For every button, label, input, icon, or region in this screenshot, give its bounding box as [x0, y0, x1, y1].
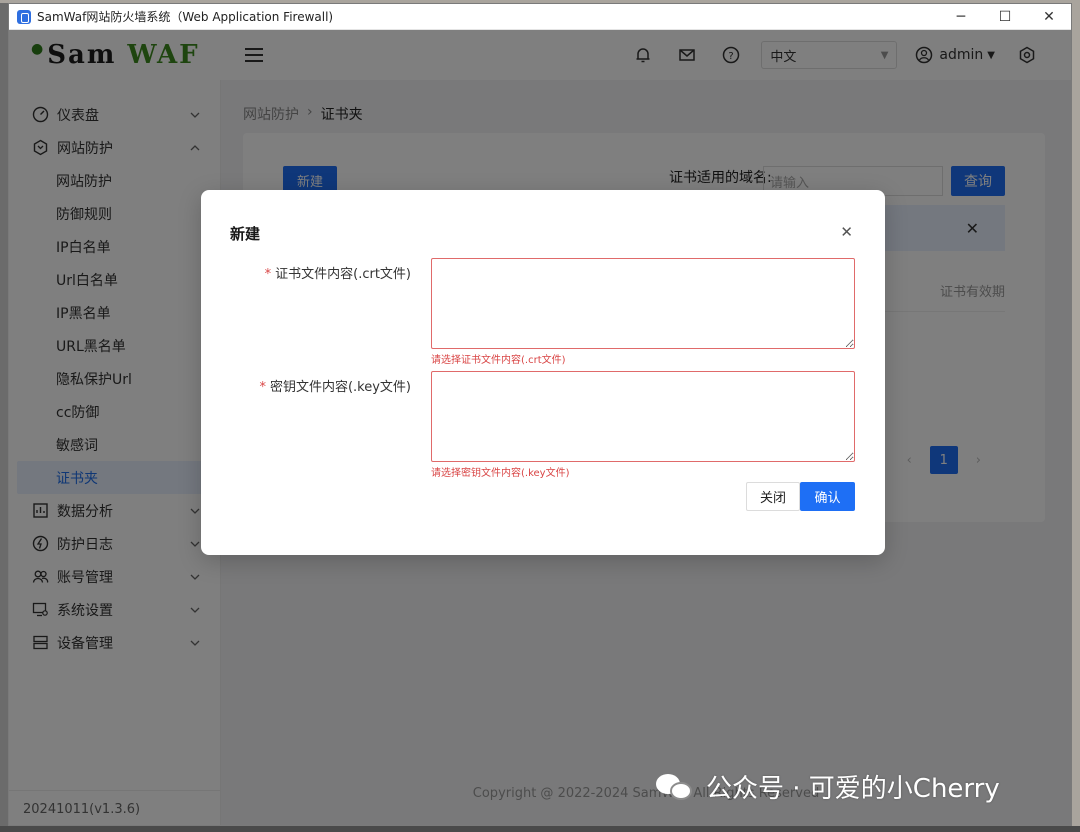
minimize-button[interactable]: ─	[939, 4, 983, 30]
key-error-message: 请选择密钥文件内容(.key文件)	[431, 468, 570, 479]
close-window-button[interactable]: ✕	[1027, 4, 1071, 30]
required-marker: *	[259, 380, 266, 395]
close-button[interactable]: 关闭	[746, 482, 800, 511]
crt-label-text: 证书文件内容(.crt文件)	[275, 267, 411, 282]
crt-field-label: * 证书文件内容(.crt文件)	[265, 263, 411, 282]
key-content-textarea[interactable]	[431, 371, 855, 462]
close-icon[interactable]: ✕	[840, 223, 853, 241]
desktop-background	[1072, 0, 1080, 832]
key-field-label: * 密钥文件内容(.key文件)	[259, 376, 411, 395]
watermark-text: 公众号 · 可爱的小Cherry	[706, 774, 1000, 804]
app-window: SamWaf网站防火墙系统（Web Application Firewall) …	[8, 3, 1072, 826]
app-icon	[17, 9, 31, 24]
window-title: SamWaf网站防火墙系统（Web Application Firewall)	[37, 10, 334, 24]
key-label-text: 密钥文件内容(.key文件)	[269, 380, 411, 395]
required-marker: *	[264, 267, 272, 282]
new-certificate-dialog: 新建 ✕ * 证书文件内容(.crt文件) 请选择证书文件内容(.crt文件) *…	[201, 190, 885, 555]
confirm-button[interactable]: 确认	[800, 482, 855, 511]
watermark: 公众号 · 可爱的小Cherry	[656, 768, 1000, 805]
dialog-title: 新建	[230, 225, 261, 243]
title-bar: SamWaf网站防火墙系统（Web Application Firewall) …	[9, 4, 1071, 30]
crt-error-message: 请选择证书文件内容(.crt文件)	[431, 355, 566, 366]
wechat-icon	[656, 772, 696, 802]
crt-content-textarea[interactable]	[431, 258, 855, 349]
desktop-background	[0, 826, 1080, 832]
maximize-button[interactable]: ☐	[983, 4, 1027, 30]
